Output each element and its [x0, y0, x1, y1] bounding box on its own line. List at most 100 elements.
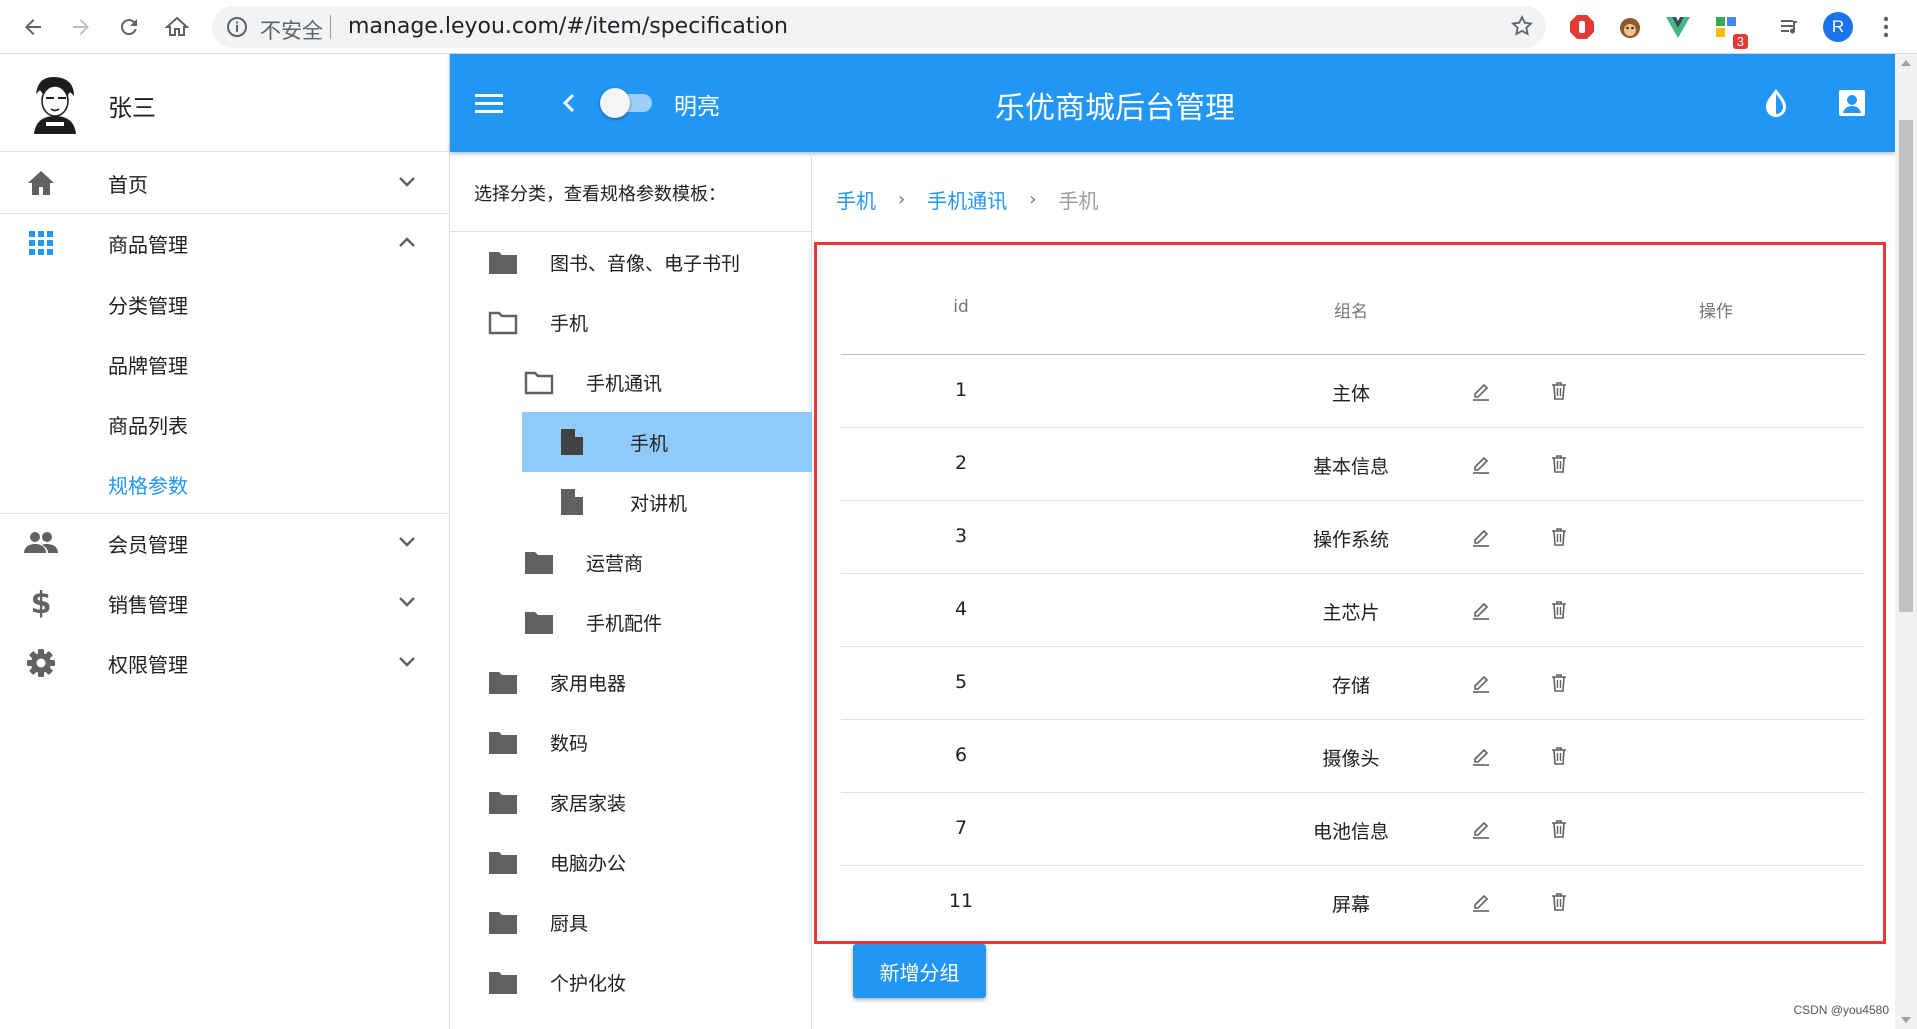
scroll-thumb[interactable] — [1899, 120, 1913, 612]
sidebar-item-home[interactable]: 首页 — [0, 153, 450, 213]
cell-group-name: 存储 — [1331, 675, 1370, 697]
address-bar[interactable]: 不安全 manage.leyou.com/#/item/specificatio… — [212, 6, 1546, 48]
tree-node-selected[interactable]: 手机 — [522, 412, 812, 472]
delete-trash-icon[interactable] — [1545, 669, 1573, 697]
info-icon[interactable] — [226, 16, 248, 42]
delete-trash-icon[interactable] — [1545, 888, 1573, 916]
extension-badge: 3 — [1732, 34, 1748, 49]
tree-node[interactable]: 家居家装 — [488, 772, 812, 832]
tree-node[interactable]: 对讲机 — [560, 472, 812, 532]
profile-avatar[interactable]: R — [1822, 11, 1854, 43]
cell-id: 3 — [954, 525, 968, 547]
breadcrumb-chevron-icon: › — [1029, 188, 1037, 210]
column-header-name: 组名 — [1334, 302, 1368, 322]
sidebar-subitem-specification[interactable]: 规格参数 — [0, 453, 450, 513]
delete-trash-icon[interactable] — [1545, 450, 1573, 478]
sidebar-subitem-product-list[interactable]: 商品列表 — [0, 393, 450, 453]
cell-id: 5 — [954, 671, 968, 693]
home-icon — [24, 168, 58, 198]
reload-icon[interactable] — [112, 10, 146, 44]
page-scrollbar[interactable] — [1895, 54, 1917, 1029]
adblock-extension-icon[interactable] — [1566, 11, 1598, 43]
folder-icon — [524, 548, 554, 576]
breadcrumb-item[interactable]: 手机通讯 — [927, 185, 1007, 214]
tree-node[interactable]: 数码 — [488, 712, 812, 772]
tree-node[interactable]: 个护化妆 — [488, 952, 812, 1012]
url-text[interactable]: manage.leyou.com/#/item/specification — [348, 14, 788, 39]
omnibox-separator — [330, 15, 331, 39]
invert-colors-icon[interactable] — [1760, 86, 1792, 124]
cell-id: 1 — [954, 379, 968, 401]
file-icon — [560, 428, 590, 456]
delete-trash-icon[interactable] — [1545, 596, 1573, 624]
cell-id: 4 — [954, 598, 968, 620]
bookmark-star-icon[interactable] — [1510, 14, 1534, 42]
folder-icon — [488, 728, 518, 756]
reading-list-icon[interactable] — [1774, 11, 1806, 43]
vue-devtools-extension-icon[interactable] — [1662, 11, 1694, 43]
tree-node[interactable]: 手机通讯 — [524, 352, 812, 412]
sidebar-item-members[interactable]: 会员管理 — [0, 513, 450, 573]
tree-node[interactable]: 手机 — [488, 292, 812, 352]
tree-node[interactable]: 运营商 — [524, 532, 812, 592]
sidebar-subitem-category[interactable]: 分类管理 — [0, 273, 450, 333]
account-box-icon[interactable] — [1836, 86, 1868, 124]
breadcrumb-current: 手机 — [1058, 188, 1099, 213]
sidebar-item-permissions[interactable]: 权限管理 — [0, 633, 450, 693]
file-icon — [560, 488, 590, 516]
add-group-button[interactable]: 新增分组 — [853, 944, 986, 998]
delete-trash-icon[interactable] — [1545, 523, 1573, 551]
column-header-id: id — [953, 297, 969, 317]
tree-node[interactable]: 家用电器 — [488, 652, 812, 712]
scroll-down-arrow-icon[interactable] — [1901, 1017, 1911, 1023]
apps-extension-icon[interactable]: 3 — [1710, 11, 1748, 49]
chevron-down-icon[interactable] — [396, 171, 418, 197]
tree-node[interactable]: 厨具 — [488, 892, 812, 952]
chevron-up-icon[interactable] — [396, 231, 418, 257]
delete-trash-icon[interactable] — [1545, 377, 1573, 405]
edit-pencil-icon[interactable] — [1467, 815, 1495, 843]
tree-node[interactable]: 图书、音像、电子书刊 — [488, 232, 812, 292]
tree-node-label: 家用电器 — [550, 673, 627, 695]
forward-arrow-icon[interactable] — [64, 10, 98, 44]
sidebar-item-label: 首页 — [108, 173, 148, 197]
cell-id: 7 — [954, 817, 968, 839]
sidebar-item-label: 商品管理 — [108, 233, 188, 257]
chevron-down-icon[interactable] — [396, 531, 418, 557]
scroll-up-arrow-icon[interactable] — [1901, 60, 1911, 66]
spec-group-table: id 组名 操作 1 主体 2 基本信息 3 操作系统 4 主芯片 5 存储 6 摄像头 7 电池信息 11… — [814, 242, 1886, 944]
tampermonkey-extension-icon[interactable] — [1614, 11, 1646, 43]
edit-pencil-icon[interactable] — [1467, 888, 1495, 916]
edit-pencil-icon[interactable] — [1467, 450, 1495, 478]
sidebar-subitem-brand[interactable]: 品牌管理 — [0, 333, 450, 393]
user-avatar — [28, 74, 82, 134]
tree-node-label: 家居家装 — [550, 793, 627, 815]
sidebar-item-products[interactable]: 商品管理 — [0, 213, 450, 273]
sidebar-item-sales[interactable]: $ 销售管理 — [0, 573, 450, 633]
insecure-label: 不安全 — [260, 19, 323, 43]
breadcrumb-item[interactable]: 手机 — [836, 185, 876, 214]
tree-node[interactable]: 手机配件 — [524, 592, 812, 652]
chevron-down-icon[interactable] — [396, 651, 418, 677]
watermark: CSDN @you4580 — [1793, 1003, 1889, 1017]
edit-pencil-icon[interactable] — [1467, 669, 1495, 697]
tree-node-label: 个护化妆 — [550, 973, 627, 995]
user-name: 张三 — [108, 94, 156, 122]
tree-node[interactable]: 电脑办公 — [488, 832, 812, 892]
browser-menu-icon[interactable] — [1870, 11, 1902, 43]
tree-heading: 选择分类，查看规格参数模板： — [474, 184, 726, 205]
tree-node-label: 图书、音像、电子书刊 — [550, 253, 741, 275]
edit-pencil-icon[interactable] — [1467, 596, 1495, 624]
chevron-down-icon[interactable] — [396, 591, 418, 617]
delete-trash-icon[interactable] — [1545, 742, 1573, 770]
back-arrow-icon[interactable] — [16, 10, 50, 44]
cell-group-name: 屏幕 — [1331, 894, 1370, 916]
delete-trash-icon[interactable] — [1545, 815, 1573, 843]
edit-pencil-icon[interactable] — [1467, 377, 1495, 405]
edit-pencil-icon[interactable] — [1467, 523, 1495, 551]
cell-id: 6 — [954, 744, 968, 766]
cell-group-name: 操作系统 — [1312, 529, 1389, 551]
home-page-icon[interactable] — [160, 10, 194, 44]
user-profile: 张三 — [0, 54, 450, 152]
edit-pencil-icon[interactable] — [1467, 742, 1495, 770]
